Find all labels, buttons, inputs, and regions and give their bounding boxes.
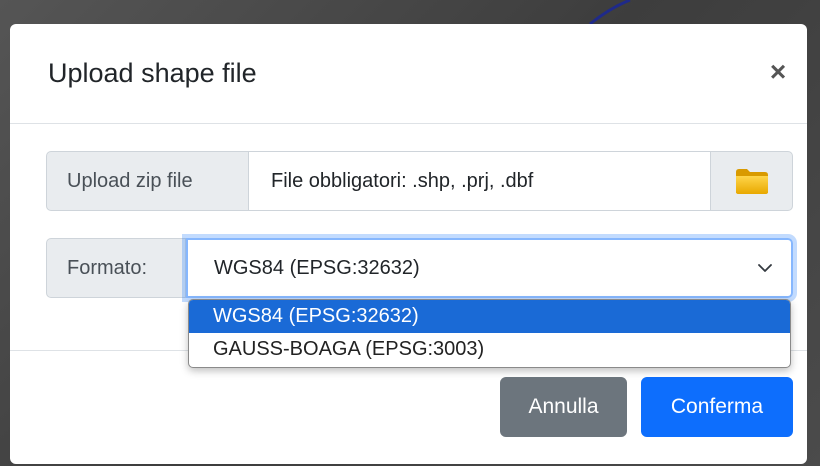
folder-icon — [735, 169, 768, 194]
cancel-button[interactable]: Annulla — [500, 377, 627, 437]
confirm-button[interactable]: Conferma — [641, 377, 793, 437]
format-select[interactable]: WGS84 (EPSG:32632) — [186, 238, 793, 298]
format-label: Formato: — [46, 238, 186, 298]
chevron-down-icon — [758, 264, 772, 272]
upload-input-group: Upload zip file File obbligatori: .shp, … — [46, 151, 793, 211]
upload-zip-label: Upload zip file — [46, 151, 249, 211]
file-input[interactable]: File obbligatori: .shp, .prj, .dbf — [249, 151, 710, 211]
format-selected-value: WGS84 (EPSG:32632) — [214, 256, 420, 279]
dialog-header: Upload shape file × — [10, 24, 807, 124]
format-option-wgs84[interactable]: WGS84 (EPSG:32632) — [189, 300, 790, 333]
browse-button[interactable] — [710, 151, 793, 211]
format-dropdown-list: WGS84 (EPSG:32632) GAUSS-BOAGA (EPSG:300… — [188, 299, 791, 368]
format-input-group: Formato: WGS84 (EPSG:32632) — [46, 238, 793, 298]
close-button[interactable]: × — [765, 58, 791, 86]
dialog-title: Upload shape file — [48, 58, 257, 88]
format-option-gauss-boaga[interactable]: GAUSS-BOAGA (EPSG:3003) — [189, 333, 790, 366]
upload-dialog: Upload shape file × Upload zip file File… — [10, 24, 807, 464]
